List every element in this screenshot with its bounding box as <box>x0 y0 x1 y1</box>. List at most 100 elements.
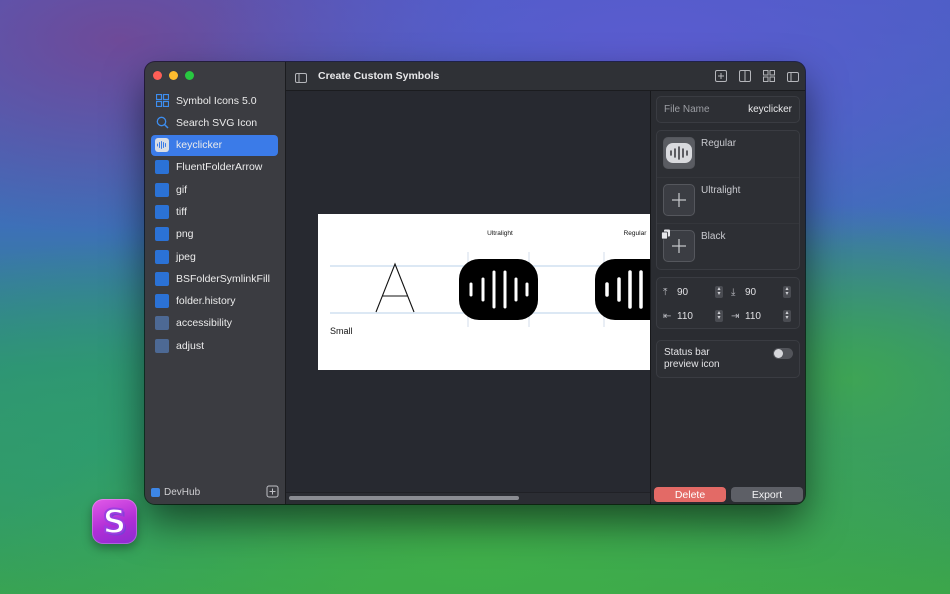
inspector-panel-icon[interactable] <box>739 69 751 87</box>
stepper-icon[interactable]: ▴ ▾ <box>783 286 791 298</box>
weight-row-black[interactable]: Black <box>657 223 799 270</box>
sidebar-item-gif[interactable]: gif <box>151 179 278 200</box>
sidebar-item-folder-history[interactable]: folder.history <box>151 291 278 312</box>
sidebar-item-search-svg[interactable]: Search SVG Icon <box>151 112 278 133</box>
window-controls <box>153 71 194 80</box>
sidebar-item-label: png <box>176 228 194 241</box>
sidebar-item-png[interactable]: png <box>151 224 278 245</box>
add-square-icon[interactable] <box>715 69 727 87</box>
symbol-icon <box>155 204 169 219</box>
weight-name: Regular <box>701 138 737 149</box>
window-title: Create Custom Symbols <box>318 70 440 82</box>
file-name-row: File Name keyclicker <box>656 96 800 123</box>
sidebar-item-label: BSFolderSymlinkFill <box>176 272 270 285</box>
bottom-margin-field[interactable]: ⤓ 90 ▴ ▾ <box>731 284 791 300</box>
weight-label-ultralight: Ultralight <box>487 230 513 237</box>
symbol-preview: Small Ultralight Regular <box>318 214 650 370</box>
sidebar-item-label: tiff <box>176 205 187 218</box>
sidebar-item-fluentfolderarrow[interactable]: FluentFolderArrow <box>151 157 278 178</box>
top-margin-field[interactable]: ⤒ 90 ▴ ▾ <box>663 284 723 300</box>
sidebar: Symbol Icons 5.0 Search SVG Icon keyclic… <box>145 62 286 504</box>
symbol-icon <box>155 160 169 175</box>
arrow-right-to-line-icon: ⇥ <box>731 310 740 322</box>
sidebar-item-jpeg[interactable]: jpeg <box>151 246 278 267</box>
margin-metrics: ⤒ 90 ▴ ▾ ⤓ 90 ▴ ▾ ⇤ 110 ▴ ▾ ⇥ 110 ▴ ▾ <box>656 277 800 329</box>
symbol-icon <box>155 294 169 309</box>
toolbar: Create Custom Symbols <box>286 62 805 91</box>
sidebar-item-label: accessibility <box>176 317 233 330</box>
size-label: Small <box>330 326 353 336</box>
plus-icon <box>672 193 686 207</box>
symbol-icon <box>155 249 169 264</box>
minimize-window-button[interactable] <box>169 71 178 80</box>
file-name-field[interactable]: keyclicker <box>748 104 792 115</box>
sidebar-item-label: jpeg <box>176 250 196 263</box>
sidebar-item-label: keyclicker <box>176 139 223 152</box>
stepper-icon[interactable]: ▴ ▾ <box>715 310 723 322</box>
sidebar-item-accessibility[interactable]: accessibility <box>151 313 278 334</box>
sidebar-item-bsfoldersymlinkfill[interactable]: BSFolderSymlinkFill <box>151 268 278 289</box>
stepper-icon[interactable]: ▴ ▾ <box>715 286 723 298</box>
grid-view-icon[interactable] <box>763 69 775 87</box>
sidebar-item-label: Symbol Icons 5.0 <box>176 94 257 107</box>
weight-label-regular: Regular <box>624 230 648 237</box>
status-bar-label: Status bar preview icon <box>664 347 720 370</box>
add-ultralight-button[interactable] <box>663 184 695 216</box>
weight-row-ultralight[interactable]: Ultralight <box>657 177 799 224</box>
search-icon <box>155 116 169 130</box>
add-symbol-icon[interactable] <box>266 485 279 501</box>
app-window: Symbol Icons 5.0 Search SVG Icon keyclic… <box>145 62 805 504</box>
status-bar-toggle[interactable] <box>773 348 793 359</box>
delete-button[interactable]: Delete <box>654 487 726 502</box>
copy-icon[interactable] <box>661 227 671 245</box>
symbol-icon <box>155 316 169 331</box>
export-button[interactable]: Export <box>731 487 803 502</box>
sidebar-item-tiff[interactable]: tiff <box>151 201 278 222</box>
sidebar-item-label: FluentFolderArrow <box>176 161 263 174</box>
waveform-icon <box>155 138 169 153</box>
right-margin-field[interactable]: ⇥ 110 ▴ ▾ <box>731 308 791 324</box>
plus-icon <box>672 239 686 253</box>
arrow-left-to-line-icon: ⇤ <box>663 310 672 322</box>
weight-list: Regular Ultralight Black <box>656 130 800 270</box>
sidebar-list: Symbol Icons 5.0 Search SVG Icon keyclic… <box>151 90 278 358</box>
arrow-down-to-line-icon: ⤓ <box>731 286 736 298</box>
preview-guides: Small Ultralight Regular <box>330 230 650 336</box>
horizontal-scrollbar[interactable] <box>286 492 650 504</box>
weight-name: Ultralight <box>701 185 741 196</box>
symbol-icon <box>155 338 169 353</box>
zoom-window-button[interactable] <box>185 71 194 80</box>
weight-row-regular[interactable]: Regular <box>657 131 799 177</box>
scrollbar-thumb[interactable] <box>289 496 519 500</box>
app-dock-icon[interactable]: S <box>92 499 137 544</box>
sidebar-item-label: Search SVG Icon <box>176 116 258 129</box>
weight-name: Black <box>701 231 726 242</box>
sidebar-item-symbol-icons[interactable]: Symbol Icons 5.0 <box>151 90 278 111</box>
sidebar-item-label: gif <box>176 183 188 196</box>
regular-weight-slot[interactable] <box>663 137 695 169</box>
sidebar-item-label: folder.history <box>176 295 236 308</box>
sidebar-footer: DevHub <box>151 485 279 499</box>
close-window-button[interactable] <box>153 71 162 80</box>
status-bar-setting: Status bar preview icon <box>656 340 800 378</box>
symbol-icon <box>155 182 169 197</box>
right-sidebar-toggle-icon[interactable] <box>787 69 799 87</box>
stepper-icon[interactable]: ▴ ▾ <box>783 310 791 322</box>
inspector-panel: File Name keyclicker Regular Ultralight <box>650 91 805 504</box>
left-margin-field[interactable]: ⇤ 110 ▴ ▾ <box>663 308 723 324</box>
devhub-label[interactable]: DevHub <box>164 487 200 498</box>
grid-icon <box>155 94 169 108</box>
symbol-icon <box>155 227 169 242</box>
file-name-label: File Name <box>664 104 710 115</box>
toolbar-actions <box>715 69 799 87</box>
sidebar-toggle-icon[interactable] <box>295 70 307 88</box>
main-area: Create Custom Symbols Small Ultralight R… <box>286 62 805 504</box>
symbol-icon <box>155 271 169 286</box>
arrow-up-to-line-icon: ⤒ <box>663 286 668 298</box>
sidebar-item-keyclicker[interactable]: keyclicker <box>151 134 278 156</box>
app-logo-letter: S <box>102 501 128 542</box>
sidebar-item-adjust[interactable]: adjust <box>151 335 278 356</box>
symbol-canvas: Small Ultralight Regular <box>286 91 650 504</box>
devhub-icon <box>151 487 160 497</box>
sidebar-item-label: adjust <box>176 339 205 352</box>
